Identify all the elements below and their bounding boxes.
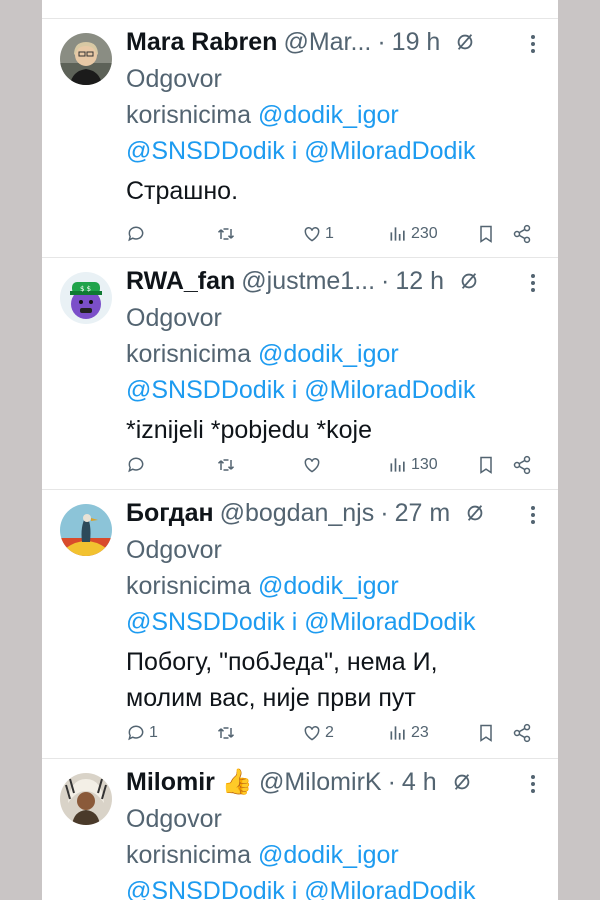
previous-tweet-edge bbox=[42, 0, 558, 19]
more-options-icon[interactable] bbox=[530, 504, 536, 526]
analytics-icon bbox=[390, 726, 405, 740]
reply-context: Odgovor bbox=[126, 65, 222, 93]
mention-link[interactable]: @dodik_igor bbox=[258, 340, 399, 368]
reply-button[interactable] bbox=[126, 224, 149, 244]
avatar[interactable]: $ $ bbox=[60, 272, 112, 324]
analytics-icon bbox=[390, 227, 405, 241]
grok-icon[interactable] bbox=[458, 270, 480, 292]
heart-icon bbox=[304, 457, 320, 473]
tweet-text: *iznijeli *pobjedu *koje bbox=[126, 416, 372, 444]
views-button[interactable]: 23 bbox=[388, 723, 429, 743]
avatar[interactable] bbox=[60, 773, 112, 825]
retweet-icon bbox=[217, 459, 235, 471]
share-icon bbox=[513, 455, 531, 475]
reply-button[interactable] bbox=[126, 455, 149, 475]
mention-link[interactable]: @MiloradDodik bbox=[304, 608, 475, 636]
share-icon bbox=[513, 723, 531, 743]
tweet[interactable]: Milomir 👍 @MilomirK · 4 h Odgovor korisn… bbox=[42, 759, 558, 900]
separator-dot: · bbox=[381, 266, 390, 295]
reply-context: Odgovor bbox=[126, 805, 222, 833]
heart-icon bbox=[304, 226, 320, 242]
bookmark-icon bbox=[480, 225, 492, 243]
timestamp[interactable]: 4 h bbox=[402, 768, 437, 797]
tweet-text: Страшно. bbox=[126, 177, 239, 205]
author-name[interactable]: Богдан bbox=[126, 499, 214, 528]
separator-dot: · bbox=[377, 27, 386, 56]
mention-link[interactable]: @MiloradDodik bbox=[304, 877, 475, 900]
author-handle[interactable]: @justme1... bbox=[241, 267, 375, 296]
like-button[interactable]: 2 bbox=[302, 723, 334, 743]
author-name[interactable]: Mara Rabren bbox=[126, 28, 277, 57]
like-button[interactable] bbox=[302, 455, 325, 475]
bookmark-button[interactable] bbox=[476, 224, 496, 244]
avatar[interactable] bbox=[60, 504, 112, 556]
bookmark-icon bbox=[480, 456, 492, 474]
reply-icon bbox=[128, 457, 144, 473]
mention-link[interactable]: @dodik_igor bbox=[258, 101, 399, 129]
separator-dot: · bbox=[380, 498, 389, 527]
mention-link[interactable]: @dodik_igor bbox=[258, 841, 399, 869]
share-button[interactable] bbox=[512, 723, 532, 743]
retweet-icon bbox=[217, 727, 235, 739]
bookmark-button[interactable] bbox=[476, 723, 496, 743]
retweet-button[interactable] bbox=[216, 455, 239, 475]
timestamp[interactable]: 19 h bbox=[392, 28, 441, 57]
author-handle[interactable]: @Mar... bbox=[283, 28, 371, 57]
timeline: Mara Rabren @Mar... · 19 h Odgovor koris… bbox=[42, 0, 558, 900]
tweet[interactable]: Mara Rabren @Mar... · 19 h Odgovor koris… bbox=[42, 19, 558, 258]
timestamp[interactable]: 27 m bbox=[395, 499, 451, 528]
svg-text:$ $: $ $ bbox=[80, 285, 91, 293]
mention-link[interactable]: @SNSDDodik bbox=[126, 877, 285, 900]
author-handle[interactable]: @MilomirK bbox=[259, 768, 382, 797]
reply-context: Odgovor bbox=[126, 536, 222, 564]
reply-button[interactable]: 1 bbox=[126, 723, 158, 743]
like-button[interactable]: 1 bbox=[302, 224, 334, 244]
mention-link[interactable]: @SNSDDodik bbox=[126, 137, 285, 165]
share-button[interactable] bbox=[512, 224, 532, 244]
tweet[interactable]: Богдан @bogdan_njs · 27 m Odgovor korisn… bbox=[42, 490, 558, 759]
retweet-button[interactable] bbox=[216, 224, 239, 244]
grok-icon[interactable] bbox=[451, 771, 473, 793]
timestamp[interactable]: 12 h bbox=[395, 267, 444, 296]
author-name[interactable]: Milomir 👍 bbox=[126, 768, 253, 797]
mention-link[interactable]: @dodik_igor bbox=[258, 572, 399, 600]
more-options-icon[interactable] bbox=[530, 272, 536, 294]
author-handle[interactable]: @bogdan_njs bbox=[220, 499, 375, 528]
views-button[interactable]: 130 bbox=[388, 455, 438, 475]
share-icon bbox=[513, 224, 531, 244]
tweet[interactable]: $ $ RWA_fan @justme1... · 12 h Odgovor k… bbox=[42, 258, 558, 490]
grok-icon[interactable] bbox=[454, 31, 476, 53]
mention-link[interactable]: @MiloradDodik bbox=[304, 376, 475, 404]
mention-link[interactable]: @MiloradDodik bbox=[304, 137, 475, 165]
analytics-icon bbox=[390, 458, 405, 472]
grok-icon[interactable] bbox=[464, 502, 486, 524]
mention-link[interactable]: @SNSDDodik bbox=[126, 376, 285, 404]
retweet-button[interactable] bbox=[216, 723, 239, 743]
reply-icon bbox=[128, 226, 144, 242]
more-options-icon[interactable] bbox=[530, 33, 536, 55]
reply-icon bbox=[128, 725, 144, 741]
retweet-icon bbox=[217, 228, 235, 240]
heart-icon bbox=[304, 725, 320, 741]
tweet-text: Побогу, "побЈеда", нема И, молим вас, ни… bbox=[126, 648, 438, 712]
more-options-icon[interactable] bbox=[530, 773, 536, 795]
author-name[interactable]: RWA_fan bbox=[126, 267, 235, 296]
views-button[interactable]: 230 bbox=[388, 224, 438, 244]
bookmark-button[interactable] bbox=[476, 455, 496, 475]
avatar[interactable] bbox=[60, 33, 112, 85]
bookmark-icon bbox=[480, 724, 492, 742]
mention-link[interactable]: @SNSDDodik bbox=[126, 608, 285, 636]
reply-context: Odgovor bbox=[126, 304, 222, 332]
separator-dot: · bbox=[387, 767, 396, 796]
share-button[interactable] bbox=[512, 455, 532, 475]
